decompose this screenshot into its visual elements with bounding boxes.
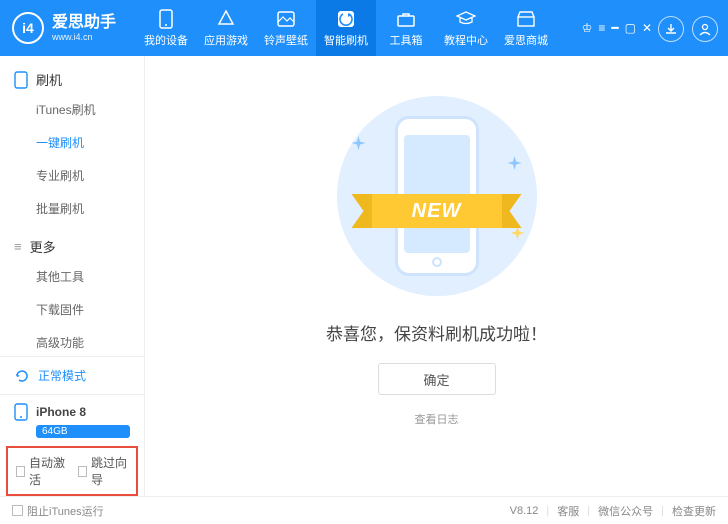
nav-flash[interactable]: 智能刷机 bbox=[316, 0, 376, 56]
store-icon bbox=[516, 9, 536, 29]
support-link[interactable]: 客服 bbox=[557, 503, 579, 519]
sidebar-item-batch-flash[interactable]: 批量刷机 bbox=[0, 192, 144, 225]
sidebar-item-oneclick-flash[interactable]: 一键刷机 bbox=[0, 126, 144, 159]
refresh-icon bbox=[14, 368, 30, 384]
skin-icon[interactable]: ♔ bbox=[582, 21, 593, 35]
nav-label: 工具箱 bbox=[390, 32, 423, 48]
success-message: 恭喜您，保资料刷机成功啦！ bbox=[326, 320, 547, 345]
check-update-link[interactable]: 检查更新 bbox=[672, 503, 716, 519]
nav-my-device[interactable]: 我的设备 bbox=[136, 0, 196, 56]
status-bar: 阻止iTunes运行 V8.12 | 客服 | 微信公众号 | 检查更新 bbox=[0, 496, 728, 524]
toolbox-icon bbox=[396, 9, 416, 29]
nav-label: 教程中心 bbox=[444, 32, 488, 48]
header-right: ♔ ≡ ━ ▢ ✕ bbox=[582, 14, 728, 42]
logo-title: 爱思助手 bbox=[52, 14, 116, 32]
close-icon[interactable]: ✕ bbox=[642, 21, 652, 35]
new-ribbon: NEW bbox=[352, 186, 522, 236]
phone-icon bbox=[156, 9, 176, 29]
nav-tutorial[interactable]: 教程中心 bbox=[436, 0, 496, 56]
apps-icon bbox=[216, 9, 236, 29]
nav-label: 铃声壁纸 bbox=[264, 32, 308, 48]
phone-outline-icon bbox=[14, 71, 28, 89]
logo-url: www.i4.cn bbox=[52, 32, 116, 42]
sidebar-item-other-tools[interactable]: 其他工具 bbox=[0, 260, 144, 293]
highlighted-options: 自动激活 跳过向导 bbox=[6, 446, 138, 496]
success-illustration: NEW bbox=[337, 96, 537, 296]
sidebar-item-itunes-flash[interactable]: iTunes刷机 bbox=[0, 93, 144, 126]
version-label: V8.12 bbox=[510, 505, 539, 517]
phone-icon bbox=[14, 403, 28, 421]
device-name: iPhone 8 bbox=[36, 405, 86, 419]
wallpaper-icon bbox=[276, 9, 296, 29]
nav-wallpaper[interactable]: 铃声壁纸 bbox=[256, 0, 316, 56]
wechat-link[interactable]: 微信公众号 bbox=[598, 503, 653, 519]
sidebar-item-advanced[interactable]: 高级功能 bbox=[0, 326, 144, 356]
device-mode-status[interactable]: 正常模式 bbox=[0, 356, 144, 394]
view-log-link[interactable]: 查看日志 bbox=[415, 411, 459, 427]
checkbox-label: 跳过向导 bbox=[91, 454, 128, 488]
nav-store[interactable]: 爱思商城 bbox=[496, 0, 556, 56]
menu-icon[interactable]: ≡ bbox=[598, 21, 605, 35]
tutorial-icon bbox=[456, 9, 476, 29]
sidebar-item-download-firmware[interactable]: 下载固件 bbox=[0, 293, 144, 326]
status-text: 正常模式 bbox=[38, 367, 86, 384]
nav-apps[interactable]: 应用游戏 bbox=[196, 0, 256, 56]
nav-label: 我的设备 bbox=[144, 32, 188, 48]
minimize-icon[interactable]: ━ bbox=[611, 21, 618, 35]
checkbox-skip-guide[interactable]: 跳过向导 bbox=[78, 454, 128, 488]
nav-label: 爱思商城 bbox=[504, 32, 548, 48]
group-label: 刷机 bbox=[36, 70, 62, 89]
download-button[interactable] bbox=[658, 16, 684, 42]
maximize-icon[interactable]: ▢ bbox=[625, 21, 636, 35]
menu-icon: ≡ bbox=[14, 239, 22, 254]
logo-icon: i4 bbox=[12, 12, 44, 44]
checkbox-auto-activate[interactable]: 自动激活 bbox=[16, 454, 66, 488]
group-label: 更多 bbox=[30, 237, 56, 256]
storage-badge: 64GB bbox=[36, 425, 130, 438]
window-controls: ♔ ≡ ━ ▢ ✕ bbox=[582, 21, 652, 35]
sidebar-group-flash: 刷机 bbox=[0, 66, 144, 93]
flash-icon bbox=[336, 9, 356, 29]
main-content: NEW 恭喜您，保资料刷机成功啦！ 确定 查看日志 bbox=[145, 56, 728, 496]
device-info[interactable]: iPhone 8 64GB bbox=[0, 394, 144, 446]
checkbox-label: 阻止iTunes运行 bbox=[27, 503, 104, 519]
sidebar-item-pro-flash[interactable]: 专业刷机 bbox=[0, 159, 144, 192]
sidebar-group-more: ≡ 更多 bbox=[0, 233, 144, 260]
user-button[interactable] bbox=[692, 16, 718, 42]
nav-label: 应用游戏 bbox=[204, 32, 248, 48]
sidebar: 刷机 iTunes刷机 一键刷机 专业刷机 批量刷机 ≡ 更多 其他工具 下载固… bbox=[0, 56, 145, 496]
top-nav: 我的设备 应用游戏 铃声壁纸 智能刷机 工具箱 教程中心 爱思商城 bbox=[136, 0, 556, 56]
checkbox-stop-itunes[interactable]: 阻止iTunes运行 bbox=[12, 503, 104, 519]
checkbox-label: 自动激活 bbox=[29, 454, 66, 488]
nav-label: 智能刷机 bbox=[324, 32, 368, 48]
app-logo: i4 爱思助手 www.i4.cn bbox=[0, 12, 128, 44]
app-header: i4 爱思助手 www.i4.cn 我的设备 应用游戏 铃声壁纸 智能刷机 工具… bbox=[0, 0, 728, 56]
nav-toolbox[interactable]: 工具箱 bbox=[376, 0, 436, 56]
ok-button[interactable]: 确定 bbox=[378, 363, 496, 395]
